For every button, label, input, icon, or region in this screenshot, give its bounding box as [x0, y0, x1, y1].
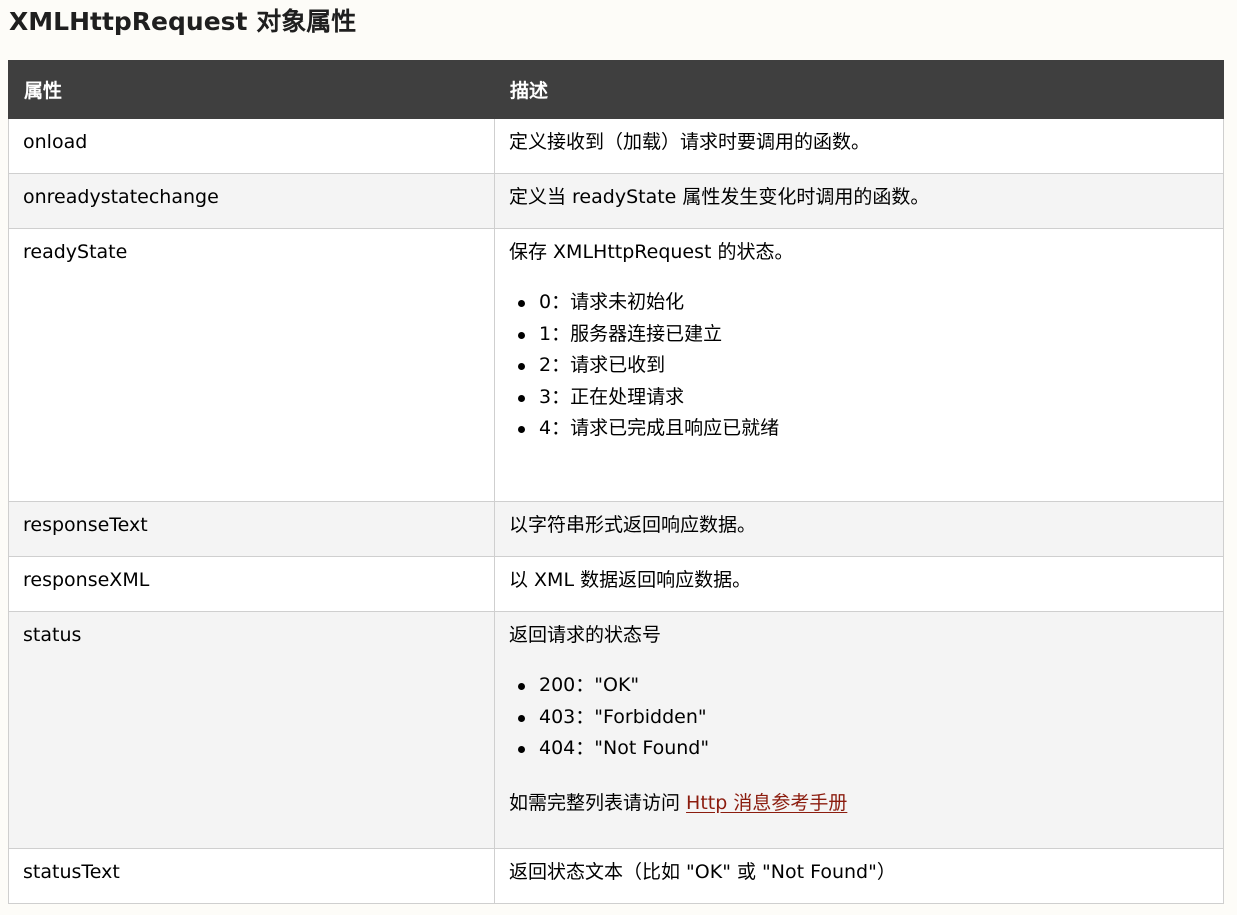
- property-name-cell: statusText: [8, 848, 495, 904]
- page-title: XMLHttpRequest 对象属性: [9, 7, 357, 36]
- list-item: 404："Not Found": [518, 733, 1213, 765]
- list-item-text: 4：请求已完成且响应已就绪: [539, 417, 780, 439]
- table-row: onload 定义接收到（加载）请求时要调用的函数。: [8, 118, 1224, 174]
- ready-state-list: 0：请求未初始化 1：服务器连接已建立 2：请求已收到 3：正在处理请求 4：请…: [509, 287, 1213, 445]
- bullet-icon: [518, 746, 525, 753]
- list-item: 403："Forbidden": [518, 702, 1213, 734]
- bullet-icon: [518, 300, 525, 307]
- status-code-list: 200："OK" 403："Forbidden" 404："Not Found": [509, 670, 1213, 765]
- properties-table: 属性 描述 onload 定义接收到（加载）请求时要调用的函数。 onready…: [8, 60, 1224, 904]
- property-name-cell: responseText: [8, 501, 495, 557]
- table-row: readyState 保存 XMLHttpRequest 的状态。 0：请求未初…: [8, 228, 1224, 502]
- table-row: responseText 以字符串形式返回响应数据。: [8, 501, 1224, 557]
- property-name-cell: onreadystatechange: [8, 173, 495, 229]
- table-row: status 返回请求的状态号 200："OK" 403："Forbidden"…: [8, 611, 1224, 849]
- list-item: 0：请求未初始化: [518, 287, 1213, 319]
- bullet-icon: [518, 683, 525, 690]
- list-item-text: 0：请求未初始化: [539, 291, 685, 313]
- list-item: 2：请求已收到: [518, 350, 1213, 382]
- reference-text: 如需完整列表请访问: [509, 791, 687, 814]
- table-row: statusText 返回状态文本（比如 "OK" 或 "Not Found"）: [8, 848, 1224, 904]
- description-cell: 保存 XMLHttpRequest 的状态。 0：请求未初始化 1：服务器连接已…: [494, 228, 1224, 502]
- property-name-cell: readyState: [8, 228, 495, 502]
- list-item-text: 403："Forbidden": [539, 705, 707, 728]
- list-item-text: 3：正在处理请求: [539, 385, 685, 408]
- reference-line: 如需完整列表请访问 Http 消息参考手册: [509, 791, 1213, 816]
- table-row: responseXML 以 XML 数据返回响应数据。: [8, 556, 1224, 612]
- description-cell: 定义当 readyState 属性发生变化时调用的函数。: [494, 173, 1224, 229]
- property-name-cell: responseXML: [8, 556, 495, 612]
- list-item: 200："OK": [518, 670, 1213, 702]
- list-item-text: 2：请求已收到: [539, 354, 666, 376]
- column-header-description: 描述: [494, 60, 1224, 119]
- property-name-cell: status: [8, 611, 495, 849]
- description-text: 返回请求的状态号: [509, 624, 662, 646]
- description-cell: 以 XML 数据返回响应数据。: [494, 556, 1224, 612]
- bullet-icon: [518, 331, 525, 339]
- description-cell: 返回请求的状态号 200："OK" 403："Forbidden" 404："N…: [494, 611, 1224, 849]
- list-item-text: 1：服务器连接已建立: [539, 322, 723, 345]
- bullet-icon: [518, 394, 525, 402]
- list-item-text: 200："OK": [539, 674, 640, 696]
- property-name-cell: onload: [8, 118, 495, 174]
- list-item: 4：请求已完成且响应已就绪: [518, 413, 1213, 445]
- bullet-icon: [518, 426, 525, 433]
- column-header-property: 属性: [8, 60, 495, 119]
- description-cell: 以字符串形式返回响应数据。: [494, 501, 1224, 557]
- bullet-icon: [518, 714, 525, 722]
- description-cell: 定义接收到（加载）请求时要调用的函数。: [494, 118, 1224, 174]
- description-cell: 返回状态文本（比如 "OK" 或 "Not Found"）: [494, 848, 1224, 904]
- table-row: onreadystatechange 定义当 readyState 属性发生变化…: [8, 173, 1224, 229]
- description-text: 保存 XMLHttpRequest 的状态。: [509, 241, 794, 263]
- list-item-text: 404："Not Found": [539, 737, 710, 759]
- list-item: 3：正在处理请求: [518, 382, 1213, 414]
- http-reference-link[interactable]: Http 消息参考手册: [686, 792, 847, 814]
- list-item: 1：服务器连接已建立: [518, 319, 1213, 351]
- table-header-row: 属性 描述: [8, 60, 1224, 119]
- bullet-icon: [518, 363, 525, 370]
